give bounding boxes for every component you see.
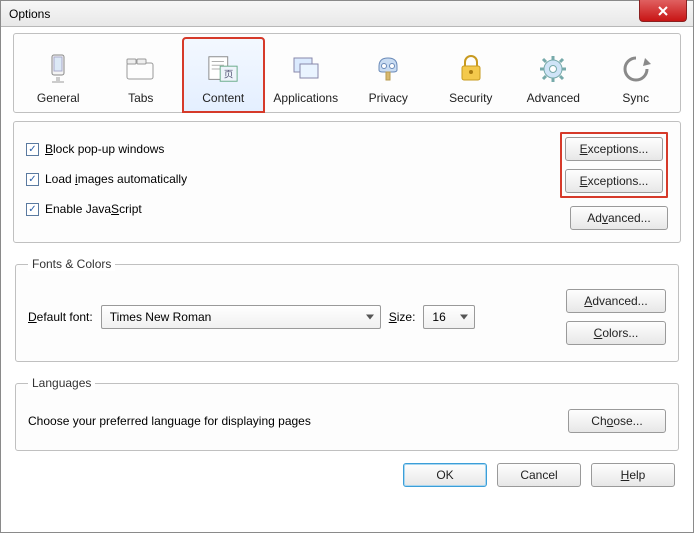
enable-javascript-checkbox[interactable]: ✓ — [26, 203, 39, 216]
font-size-value: 16 — [432, 310, 445, 324]
content-icon: 页 — [207, 53, 239, 85]
load-images-label: Load images automatically — [45, 172, 187, 186]
gear-icon — [537, 53, 569, 85]
languages-legend: Languages — [28, 376, 95, 390]
tab-label: Security — [449, 91, 492, 105]
size-label: Size: — [389, 310, 416, 324]
load-images-exceptions-button[interactable]: Exceptions... — [565, 169, 663, 193]
fonts-colors-group: Fonts & Colors Default font: Times New R… — [15, 257, 679, 362]
fonts-colors-legend: Fonts & Colors — [28, 257, 115, 271]
dialog-button-row: OK Cancel Help — [13, 463, 681, 487]
default-font-value: Times New Roman — [110, 310, 212, 324]
tab-security[interactable]: Security — [431, 38, 512, 112]
default-font-label: Default font: — [28, 310, 93, 324]
load-images-checkbox[interactable]: ✓ — [26, 173, 39, 186]
tab-label: Tabs — [128, 91, 153, 105]
tab-label: Content — [202, 91, 244, 105]
content-settings-group: ✓ Block pop-up windows ✓ Load images aut… — [13, 121, 681, 243]
general-icon — [42, 53, 74, 85]
ok-button[interactable]: OK — [403, 463, 487, 487]
cancel-button[interactable]: Cancel — [497, 463, 581, 487]
tab-applications[interactable]: Applications — [266, 38, 347, 112]
help-button[interactable]: Help — [591, 463, 675, 487]
category-tabstrip: General Tabs 页 Content Applications Priv… — [13, 33, 681, 113]
languages-description: Choose your preferred language for displ… — [28, 414, 311, 428]
sync-icon — [620, 53, 652, 85]
exceptions-highlight: Exceptions... Exceptions... — [560, 132, 668, 198]
title-bar: Options — [1, 1, 693, 27]
security-icon — [455, 53, 487, 85]
block-popups-exceptions-button[interactable]: Exceptions... — [565, 137, 663, 161]
tab-label: Sync — [622, 91, 649, 105]
tab-label: Advanced — [527, 91, 580, 105]
tab-general[interactable]: General — [18, 38, 99, 112]
choose-language-button[interactable]: Choose... — [568, 409, 666, 433]
colors-button[interactable]: Colors... — [566, 321, 666, 345]
tab-label: Privacy — [369, 91, 408, 105]
block-popups-checkbox[interactable]: ✓ — [26, 143, 39, 156]
tab-content[interactable]: 页 Content — [183, 38, 264, 112]
javascript-advanced-button[interactable]: Advanced... — [570, 206, 668, 230]
default-font-select[interactable]: Times New Roman — [101, 305, 381, 329]
close-button[interactable] — [639, 0, 687, 22]
languages-group: Languages Choose your preferred language… — [15, 376, 679, 451]
fonts-advanced-button[interactable]: Advanced... — [566, 289, 666, 313]
enable-javascript-label: Enable JavaScript — [45, 202, 142, 216]
window-title: Options — [9, 7, 50, 21]
svg-text:页: 页 — [224, 68, 233, 79]
privacy-icon — [372, 53, 404, 85]
tab-tabs[interactable]: Tabs — [101, 38, 182, 112]
tab-advanced[interactable]: Advanced — [513, 38, 594, 112]
tab-sync[interactable]: Sync — [596, 38, 677, 112]
close-icon — [657, 5, 669, 17]
font-size-select[interactable]: 16 — [423, 305, 475, 329]
tab-label: Applications — [273, 91, 338, 105]
applications-icon — [290, 53, 322, 85]
tabs-icon — [125, 53, 157, 85]
block-popups-label: Block pop-up windows — [45, 142, 164, 156]
tab-label: General — [37, 91, 80, 105]
tab-privacy[interactable]: Privacy — [348, 38, 429, 112]
